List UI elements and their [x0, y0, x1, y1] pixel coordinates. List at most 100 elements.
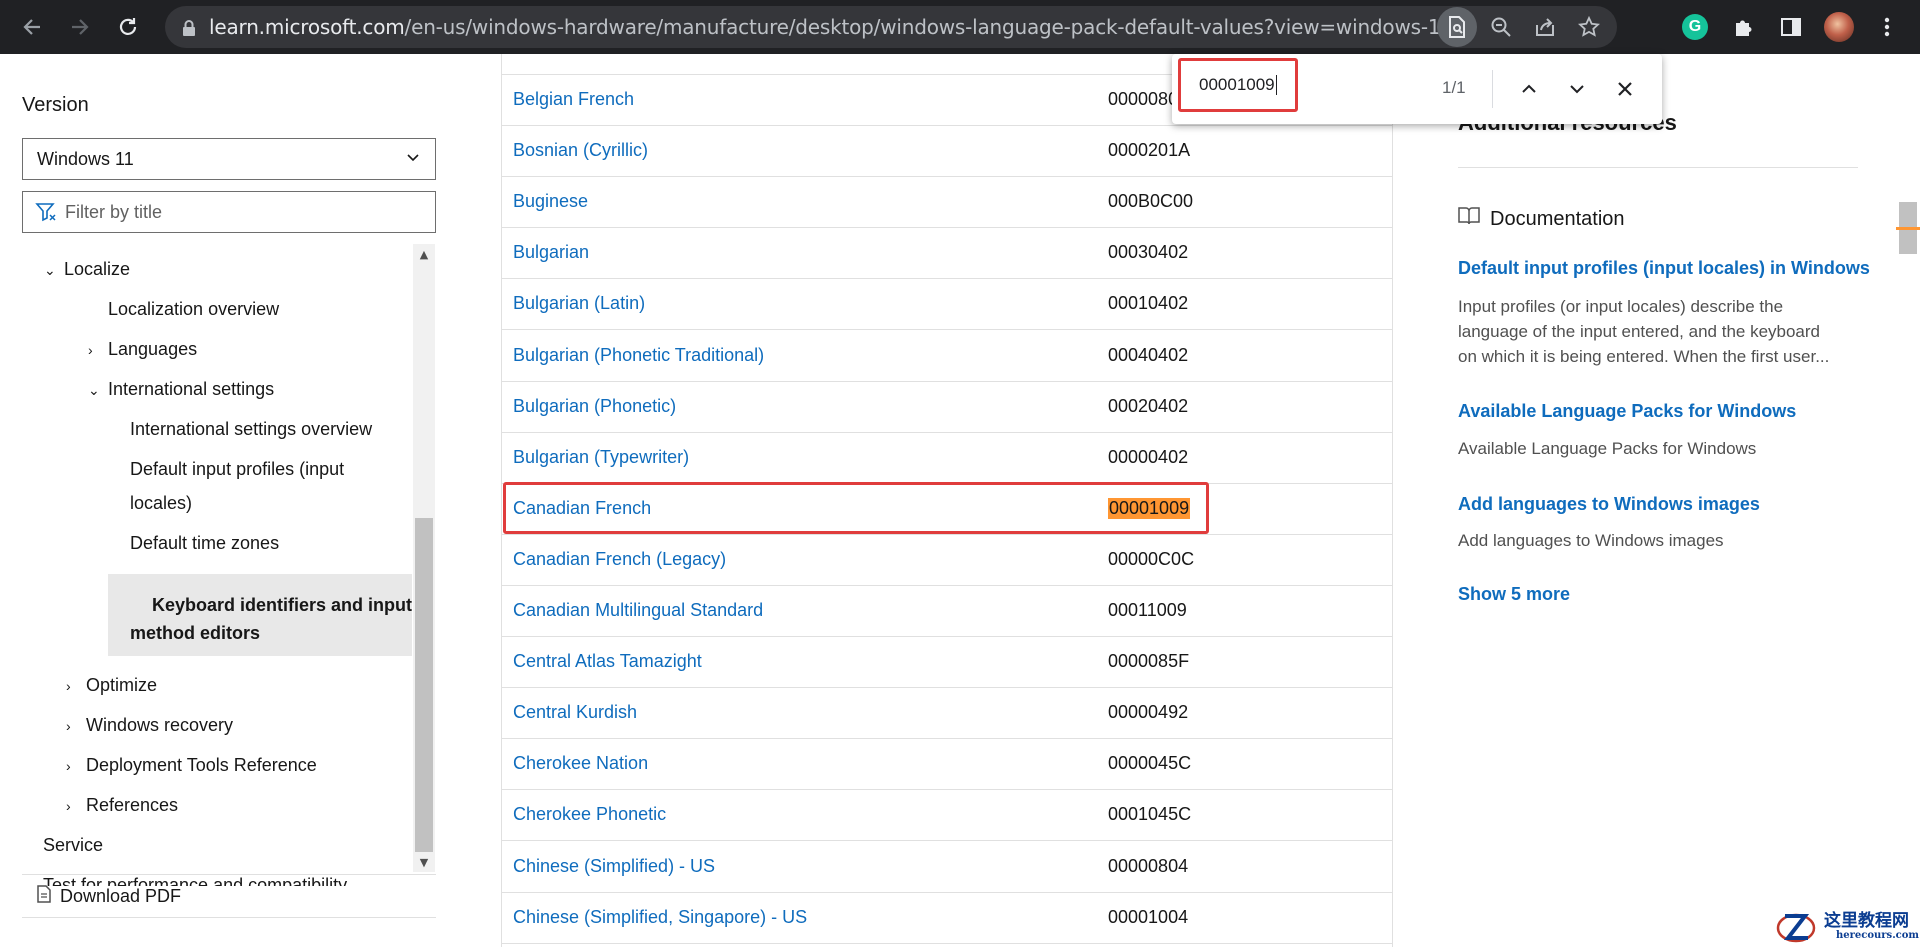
keyboard-layout-link[interactable]: Bulgarian (Phonetic)	[513, 396, 676, 417]
keyboard-layout-link[interactable]: Chinese (Simplified) - US	[513, 856, 715, 877]
table-row: Bulgarian 00030402	[502, 228, 1392, 280]
scrollbar-thumb[interactable]	[415, 518, 433, 852]
toc-item-localization-overview[interactable]: Localization overview	[108, 292, 279, 326]
toc-item-optimize[interactable]: › Optimize	[66, 668, 157, 703]
find-match-marker	[1896, 227, 1920, 230]
keyboard-identifier: 00000C0C	[1108, 548, 1195, 569]
toc-item-languages[interactable]: › Languages	[88, 332, 197, 367]
show-more-link[interactable]: Show 5 more	[1458, 584, 1570, 605]
chevron-down-icon: ⌄	[44, 262, 56, 278]
keyboard-layout-link[interactable]: Bulgarian (Phonetic Traditional)	[513, 345, 764, 366]
toc-item-international-settings[interactable]: ⌄ International settings	[88, 372, 274, 407]
toc-scrollbar[interactable]: ▲ ▼	[413, 244, 435, 872]
toc-item-localize[interactable]: ⌄ Localize	[44, 252, 130, 287]
url-text: learn.microsoft.com/en-us/windows-hardwa…	[209, 15, 1453, 39]
keyboard-layout-link[interactable]: Chinese (Simplified, Singapore) - US	[513, 907, 807, 928]
keyboard-layout-link[interactable]: Bulgarian (Typewriter)	[513, 447, 689, 468]
keyboard-layout-link[interactable]: Bulgarian	[513, 242, 589, 263]
toc-item-default-time-zones[interactable]: Default time zones	[130, 526, 279, 560]
chevron-right-icon: ›	[66, 758, 71, 774]
more-menu-icon[interactable]	[1868, 8, 1906, 46]
toc-item-references[interactable]: › References	[66, 788, 178, 823]
address-bar[interactable]: learn.microsoft.com/en-us/windows-hardwa…	[165, 6, 1617, 48]
filter-placeholder: Filter by title	[65, 201, 163, 222]
filter-input[interactable]: Filter by title	[22, 191, 436, 233]
version-select[interactable]: Windows 11	[22, 138, 436, 180]
toc-item-windows-recovery[interactable]: › Windows recovery	[66, 708, 233, 743]
close-find-icon[interactable]	[1608, 72, 1642, 106]
keyboard-layout-link[interactable]: Central Atlas Tamazight	[513, 651, 702, 672]
keyboard-layout-link[interactable]: Canadian French (Legacy)	[513, 549, 726, 570]
toc-item-service[interactable]: Service	[43, 828, 103, 862]
next-match-chevron-down-icon[interactable]	[1560, 72, 1594, 106]
reload-icon[interactable]	[110, 9, 146, 45]
resource-link-add-languages[interactable]: Add languages to Windows images	[1458, 494, 1760, 515]
table-row: Cherokee Nation 0000045C	[502, 739, 1392, 791]
grammarly-extension-icon[interactable]: G	[1676, 8, 1714, 46]
resource-description: Add languages to Windows images	[1458, 528, 1878, 553]
watermark-subtitle: herecours.com	[1836, 930, 1920, 941]
book-icon	[1458, 206, 1480, 232]
version-label: Version	[22, 94, 89, 116]
chevron-right-icon: ›	[66, 798, 71, 814]
keyboard-layout-link[interactable]: Buginese	[513, 191, 588, 212]
find-in-page-icon[interactable]	[1437, 7, 1477, 47]
description-line: Available Language Packs for Windows	[1458, 439, 1757, 458]
keyboard-layout-link[interactable]: Canadian Multilingual Standard	[513, 600, 763, 621]
chevron-right-icon: ›	[88, 342, 93, 358]
keyboard-layout-link[interactable]: Bulgarian (Latin)	[513, 293, 645, 314]
watermark-title: 这里教程网	[1824, 911, 1909, 931]
zoom-icon[interactable]	[1481, 7, 1521, 47]
find-bar: 00001009 1/1	[1172, 54, 1662, 124]
toc-item-label: method editors	[130, 623, 261, 643]
keyboard-layout-link[interactable]: Central Kurdish	[513, 702, 637, 723]
find-input[interactable]: 00001009	[1178, 58, 1298, 112]
keyboard-identifier: 00040402	[1108, 344, 1189, 365]
find-query: 00001009	[1199, 75, 1275, 94]
table-row: Buginese 000B0C00	[502, 177, 1392, 229]
url-host: learn.microsoft.com	[209, 15, 405, 39]
resource-link-available-language-packs[interactable]: Available Language Packs for Windows	[1458, 401, 1796, 422]
keyboard-identifier: 00020402	[1108, 395, 1189, 416]
right-rail: Additional resources Documentation Defau…	[1440, 54, 1880, 947]
extensions-puzzle-icon[interactable]	[1724, 8, 1762, 46]
resource-link-default-input-profiles[interactable]: Default input profiles (input locales) i…	[1458, 258, 1870, 279]
bookmark-star-icon[interactable]	[1569, 7, 1609, 47]
table-row: Canadian French (Legacy) 00000C0C	[502, 535, 1392, 586]
toc-item-international-settings-overview[interactable]: International settings overview	[130, 412, 372, 446]
keyboard-layout-link[interactable]: Cherokee Phonetic	[513, 804, 666, 825]
share-icon[interactable]	[1525, 7, 1565, 47]
scroll-down-arrow-icon[interactable]: ▼	[417, 856, 431, 869]
chevron-down-icon	[405, 149, 421, 170]
page-scrollbar[interactable]	[1896, 54, 1920, 947]
toc-item-deployment-tools[interactable]: › Deployment Tools Reference	[66, 748, 317, 783]
toc-item-label: International settings overview	[130, 419, 373, 439]
chevron-down-icon: ⌄	[88, 382, 100, 398]
keyboard-layout-link[interactable]: Belgian French	[513, 89, 634, 110]
version-value: Windows 11	[37, 148, 134, 169]
lock-icon[interactable]	[181, 19, 197, 36]
keyboard-layout-link[interactable]: Cherokee Nation	[513, 753, 648, 774]
keyboard-identifier: 00000492	[1108, 702, 1189, 723]
toc-item-default-input-profiles-cont[interactable]: locales)	[130, 486, 192, 520]
keyboard-identifier: 00000402	[1108, 446, 1189, 467]
previous-match-chevron-up-icon[interactable]	[1512, 72, 1546, 106]
scroll-up-arrow-icon[interactable]: ▲	[417, 248, 431, 261]
back-icon[interactable]	[14, 9, 50, 45]
toc-item-label: Languages	[108, 339, 198, 359]
side-panel-icon[interactable]	[1772, 8, 1810, 46]
description-line: language of the input entered, and the k…	[1458, 322, 1821, 341]
description-line: on which it is being entered. When the f…	[1458, 347, 1830, 366]
toc-item-label: Localize	[64, 259, 131, 279]
forward-icon[interactable]	[62, 9, 98, 45]
keyboard-layout-link[interactable]: Bosnian (Cyrillic)	[513, 140, 648, 161]
keyboard-identifier: 00010402	[1108, 293, 1189, 314]
resource-description: Input profiles (or input locales) descri…	[1458, 294, 1878, 369]
toc-item-default-input-profiles[interactable]: Default input profiles (input	[130, 452, 344, 486]
documentation-heading: Documentation	[1458, 206, 1625, 232]
download-pdf-link[interactable]: Download PDF	[22, 874, 436, 918]
toc-item-label: Localization overview	[108, 299, 280, 319]
profile-avatar[interactable]	[1820, 8, 1858, 46]
table-row: Chinese (Simplified) - US 00000804	[502, 842, 1392, 893]
toc-item-selected-line-2[interactable]: method editors	[130, 616, 260, 650]
